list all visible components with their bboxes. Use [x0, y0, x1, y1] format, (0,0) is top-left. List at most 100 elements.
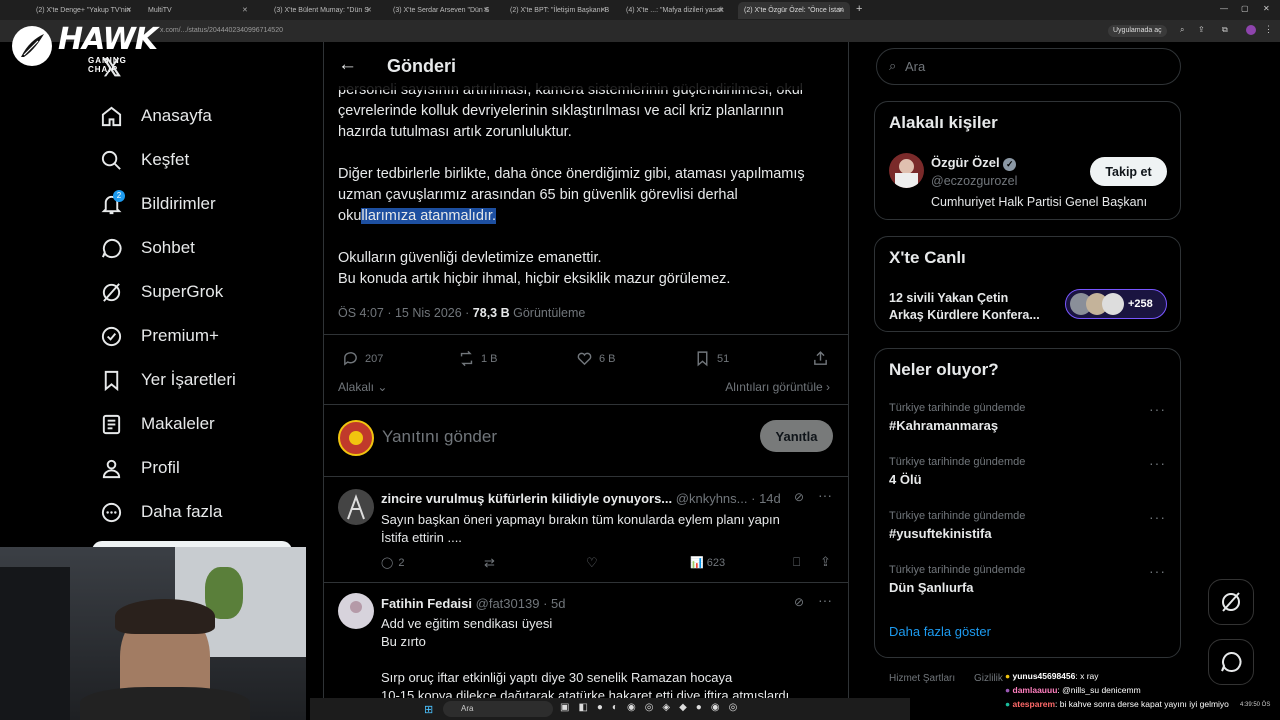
view-quotes-link[interactable]: Alıntıları görüntüle ›	[725, 380, 830, 394]
live-participants[interactable]: +258	[1065, 289, 1167, 319]
my-avatar[interactable]	[338, 420, 374, 456]
close-icon[interactable]: ✕	[366, 6, 374, 14]
reply-action[interactable]: 207	[342, 350, 383, 367]
reply-submit-button[interactable]: Yanıtla	[760, 420, 833, 452]
repost-icon[interactable]: ⇄	[484, 555, 495, 571]
footer-terms-link[interactable]: Hizmet Şartları	[889, 673, 955, 684]
reply-time[interactable]: · 14d	[751, 491, 781, 506]
live-space-title[interactable]: 12 sivili Yakan Çetin Arkaş Kürdlere Kon…	[889, 290, 1040, 324]
reply-item[interactable]: zincire vurulmuş küfürlerin kilidiyle oy…	[324, 476, 848, 582]
nav-item-notifications[interactable]: 2 Bildirimler	[100, 189, 216, 219]
minimize-button[interactable]: —	[1220, 4, 1228, 13]
views-action[interactable]: 📊 623	[690, 556, 725, 569]
x-logo-icon[interactable]: 𝕏	[102, 54, 121, 83]
nav-item-profile[interactable]: Profil	[100, 453, 180, 483]
reply-text: Add ve eğitim sendikası üyesi Bu zırto S…	[381, 615, 841, 705]
nav-item-supergrok[interactable]: SuperGrok	[100, 277, 223, 307]
nav-item-chat[interactable]: Sohbet	[100, 233, 195, 263]
footer-privacy-link[interactable]: Gizlilik	[974, 673, 1003, 684]
avatar[interactable]	[338, 593, 374, 629]
post-header: ← Gönderi	[324, 42, 848, 90]
bookmark-action[interactable]: 51	[694, 350, 729, 367]
share-icon[interactable]: ⇪	[1198, 25, 1205, 34]
reply-author-name[interactable]: zincire vurulmuş küfürlerin kilidiyle oy…	[381, 491, 672, 506]
webcam-overlay	[0, 547, 306, 720]
more-options-icon[interactable]: ···	[1149, 401, 1166, 417]
avatar[interactable]	[338, 489, 374, 525]
more-options-icon[interactable]: ···	[818, 592, 832, 608]
zoom-icon[interactable]: ⌕	[1180, 25, 1184, 35]
more-options-icon[interactable]: ···	[818, 487, 832, 503]
browser-tab[interactable]: (2) X'te BPT: "İletişim Başkanı B ✕	[504, 2, 612, 19]
streamer-shirt	[80, 687, 250, 720]
browser-tab[interactable]: (3) X'te Bülent Mumay: "Dün S ✕	[268, 2, 378, 19]
home-icon	[101, 106, 122, 126]
browser-tab[interactable]: (4) X'te ...: "Mafya dizileri yasak ✕	[620, 2, 730, 19]
maximize-button[interactable]: ▢	[1241, 4, 1249, 13]
profile-avatar-icon[interactable]	[1246, 25, 1256, 35]
more-options-icon[interactable]: ···	[1149, 509, 1166, 525]
share-icon[interactable]: ⇪	[820, 554, 831, 570]
stream-chat: ● yunus45698456: x ray ● damlaauuu: @nil…	[1005, 669, 1280, 720]
person-name[interactable]: Özgür Özel ✓	[931, 155, 1017, 171]
nav-item-more[interactable]: Daha fazla	[100, 497, 222, 527]
close-icon[interactable]: ✕	[718, 6, 726, 14]
close-icon[interactable]: ✕	[483, 6, 491, 14]
taskbar-search[interactable]: Ara	[443, 701, 553, 717]
new-tab-button[interactable]: +	[856, 3, 862, 15]
post-timestamp[interactable]: ÖS 4:07 · 15 Nis 2026 ·	[338, 306, 473, 320]
close-icon[interactable]: ✕	[242, 6, 250, 14]
browser-tab[interactable]: (2) X'te Denge+ "Yakup TV'nin ✕	[30, 2, 138, 19]
windows-start-icon[interactable]: ⊞	[424, 703, 433, 716]
grok-icon[interactable]: ⊘	[794, 490, 804, 504]
menu-icon[interactable]: ⋮	[1264, 24, 1273, 35]
reply-author-handle[interactable]: @knkyhns...	[676, 491, 748, 506]
heart-icon	[577, 352, 592, 366]
tab-label: (2) X'te BPT: "İletişim Başkanı B	[510, 7, 610, 14]
nav-item-home[interactable]: Anasayfa	[100, 101, 212, 131]
share-action[interactable]	[812, 350, 829, 367]
nav-item-premium[interactable]: Premium+	[100, 321, 219, 351]
person-handle[interactable]: @eczozgurozel	[931, 174, 1017, 188]
reply-reply-action[interactable]: ◯ 2	[381, 556, 404, 570]
close-icon[interactable]: ✕	[838, 6, 846, 14]
nav-item-articles[interactable]: Makaleler	[100, 409, 215, 439]
heart-icon[interactable]: ♡	[586, 555, 598, 571]
reply-time[interactable]: · 5d	[543, 596, 565, 611]
reply-input[interactable]: Yanıtını gönder	[382, 427, 497, 447]
address-bar[interactable]: x.com/.../status/2044402340996714520 Uyg…	[0, 20, 1280, 42]
like-count: 6 B	[599, 352, 616, 365]
repost-action[interactable]: 1 B	[458, 350, 498, 367]
more-options-icon[interactable]: ···	[1149, 455, 1166, 471]
browser-tab[interactable]: MultiTV ✕	[142, 2, 254, 19]
grok-icon[interactable]: ⊘	[794, 595, 804, 609]
show-more-link[interactable]: Daha fazla göster	[889, 624, 991, 639]
taskbar-apps[interactable]: ▣◧●◐◉◎◈◆●◉◎	[560, 702, 746, 713]
bookmark-icon[interactable]: ⎕	[793, 555, 800, 570]
relevance-dropdown[interactable]: Alakalı ⌄	[338, 380, 387, 394]
follow-button[interactable]: Takip et	[1090, 157, 1167, 186]
browser-tab-active[interactable]: (2) X'te Özgür Özel: "Önce İstan ✕	[738, 2, 850, 19]
reply-author-name[interactable]: Fatihin Fedaisi	[381, 596, 472, 611]
close-icon[interactable]: ✕	[600, 6, 608, 14]
search-bar[interactable]: ⌕ Ara	[876, 48, 1181, 85]
close-icon[interactable]: ✕	[126, 6, 134, 14]
trend-item[interactable]: Türkiye tarihinde gündemde #Kahramanmara…	[889, 402, 1169, 442]
back-arrow-icon[interactable]: ←	[338, 54, 357, 76]
avatar[interactable]	[889, 153, 924, 188]
nav-item-bookmarks[interactable]: Yer İşaretleri	[100, 365, 236, 395]
more-options-icon[interactable]: ···	[1149, 563, 1166, 579]
nav-item-explore[interactable]: Keşfet	[100, 145, 189, 175]
grok-fab[interactable]	[1208, 579, 1254, 625]
trend-item[interactable]: Türkiye tarihinde gündemde Dün Şanlıurfa	[889, 564, 1169, 604]
trend-item[interactable]: Türkiye tarihinde gündemde 4 Ölü	[889, 456, 1169, 496]
extensions-icon[interactable]: ⧉	[1222, 25, 1228, 35]
window-close-button[interactable]: ✕	[1263, 4, 1270, 13]
nav-label: Yer İşaretleri	[141, 370, 236, 389]
reply-author-handle[interactable]: @fat30139	[476, 596, 540, 611]
trend-item[interactable]: Türkiye tarihinde gündemde #yusuftekinis…	[889, 510, 1169, 550]
browser-tab[interactable]: (3) X'te Serdar Arseven "Dün S ✕	[387, 2, 495, 19]
search-input[interactable]: Ara	[905, 59, 925, 74]
open-in-app-button[interactable]: Uygulamada aç	[1108, 25, 1167, 37]
like-action[interactable]: 6 B	[576, 350, 616, 367]
